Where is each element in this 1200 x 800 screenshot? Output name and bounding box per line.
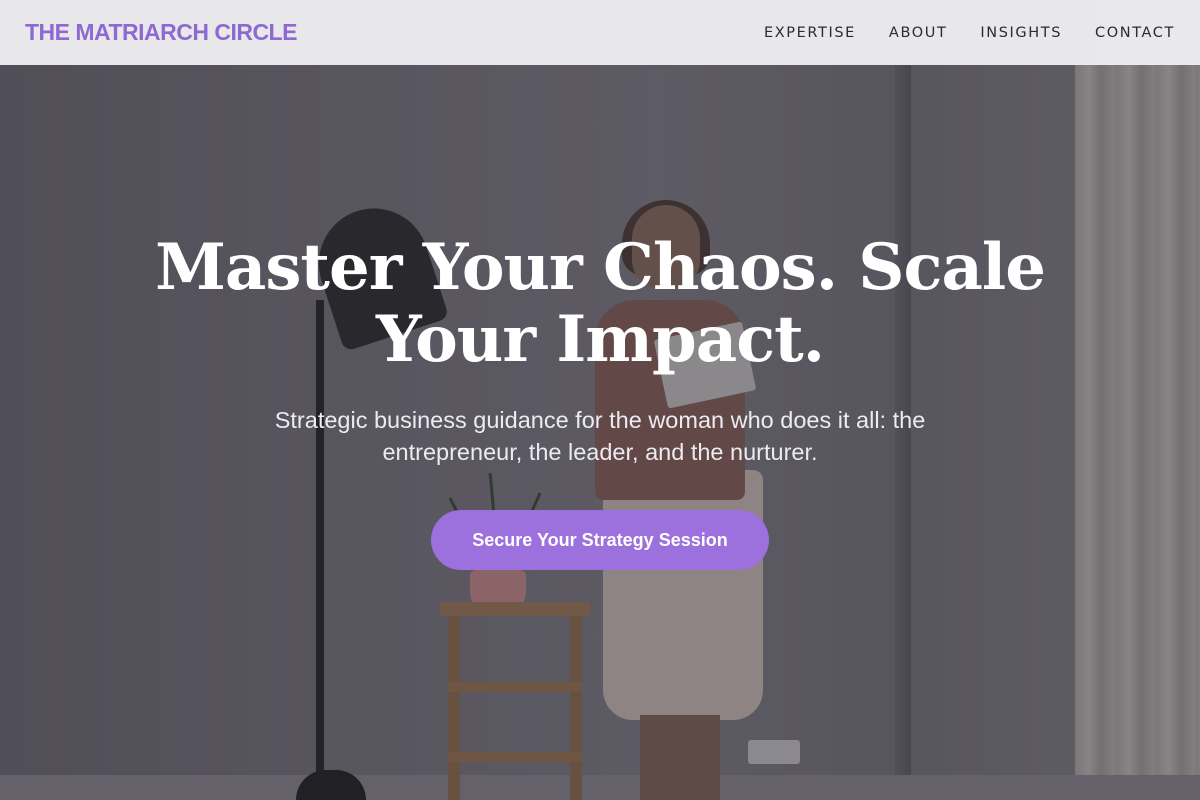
main-nav: EXPERTISE ABOUT INSIGHTS CONTACT [764,25,1175,41]
strategy-session-button[interactable]: Secure Your Strategy Session [431,510,769,570]
top-navbar: THE MATRIARCH CIRCLE EXPERTISE ABOUT INS… [0,0,1200,65]
nav-link-insights[interactable]: INSIGHTS [980,25,1062,41]
hero-headline: Master Your Chaos. Scale Your Impact. [155,230,1046,377]
nav-link-about[interactable]: ABOUT [889,25,948,41]
nav-link-contact[interactable]: CONTACT [1095,25,1175,41]
hero-content: Master Your Chaos. Scale Your Impact. St… [0,232,1200,570]
brand-logo[interactable]: THE MATRIARCH CIRCLE [25,19,297,46]
hero-subtext: Strategic business guidance for the woma… [274,407,926,465]
nav-link-expertise[interactable]: EXPERTISE [764,25,856,41]
